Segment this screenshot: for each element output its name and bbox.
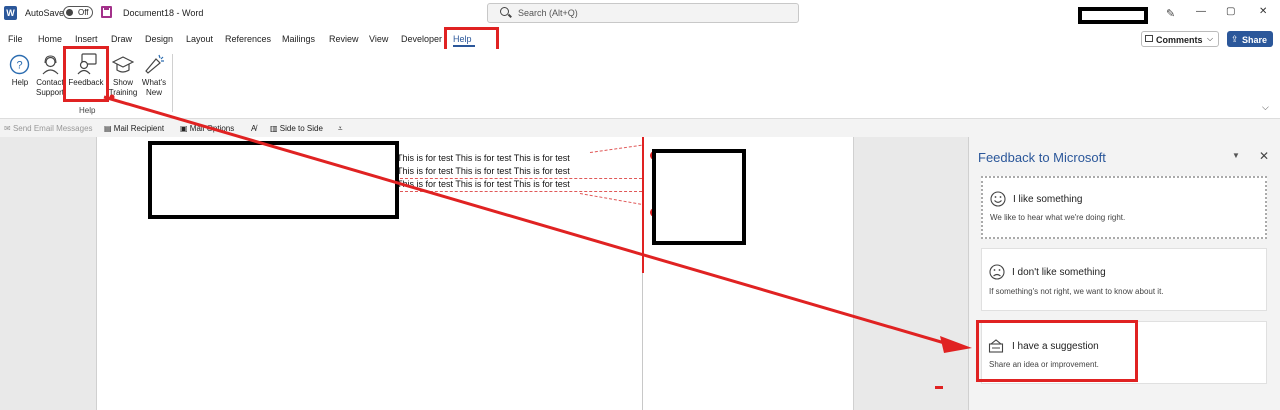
whats-new-line2: New	[145, 88, 162, 97]
contact-support-line1: Contact	[36, 78, 64, 87]
svg-text:?: ?	[16, 60, 22, 72]
megaphone-icon	[143, 53, 165, 75]
mail-icon: ✉	[4, 124, 11, 133]
card-like-subtitle: We like to hear what we're doing right.	[990, 213, 1126, 222]
side-to-side-label: Side to Side	[279, 124, 323, 133]
tab-mailings[interactable]: Mailings	[282, 34, 315, 44]
tab-insert[interactable]: Insert	[75, 34, 98, 44]
tab-developer[interactable]: Developer	[401, 34, 442, 44]
options-icon: ▣	[180, 124, 188, 133]
format-icon[interactable]: A̸	[251, 124, 256, 133]
share-label: Share	[1242, 35, 1268, 45]
suggestion-highlight	[976, 320, 1138, 382]
tab-file[interactable]: File	[8, 34, 23, 44]
document-title: Document18 - Word	[123, 8, 204, 18]
mail-options-button[interactable]: ▣ Mail Options	[180, 124, 234, 133]
search-icon	[500, 7, 509, 16]
margin-marker	[642, 137, 644, 273]
redacted-area-1	[148, 141, 399, 219]
comment-connector-2	[400, 191, 642, 192]
pane-close-icon[interactable]: ✕	[1259, 149, 1269, 163]
collapse-ribbon-icon[interactable]: ⌵	[1262, 102, 1269, 113]
document-line-3[interactable]: This is for test This is for test This i…	[397, 179, 570, 189]
help-button[interactable]: Help	[5, 78, 35, 88]
send-email-label: Send Email Messages	[12, 124, 93, 133]
frown-icon	[989, 264, 1005, 282]
tab-review[interactable]: Review	[329, 34, 359, 44]
show-training-line2: Training	[108, 88, 138, 97]
side-to-side-icon: ▥	[270, 124, 278, 133]
pane-title: Feedback to Microsoft	[978, 150, 1106, 165]
side-to-side-button[interactable]: ▥ Side to Side	[270, 124, 323, 133]
pen-icon[interactable]: ✎	[1166, 7, 1175, 20]
mail-recipient-button[interactable]: ▤ Mail Recipient	[104, 124, 164, 133]
contact-support-button[interactable]: Contact Support	[33, 78, 67, 98]
training-cap-icon	[111, 55, 135, 75]
restore-button[interactable]: ▢	[1226, 6, 1235, 17]
search-placeholder: Search (Alt+Q)	[518, 8, 578, 18]
redacted-account-inner	[1082, 11, 1144, 20]
tab-draw[interactable]: Draw	[111, 34, 132, 44]
show-training-line1: Show	[112, 78, 133, 87]
minimize-button[interactable]: —	[1196, 6, 1206, 17]
customize-qat-icon[interactable]: ⩡	[338, 124, 343, 134]
whats-new-button[interactable]: What's New	[139, 78, 169, 98]
ribbon-panel	[0, 49, 1280, 119]
headset-icon	[40, 54, 61, 75]
tab-design[interactable]: Design	[145, 34, 173, 44]
card-like-title: I like something	[1013, 194, 1083, 205]
tab-layout[interactable]: Layout	[186, 34, 213, 44]
pane-options-icon[interactable]: ▼	[1232, 151, 1240, 160]
toggle-knob	[66, 9, 73, 16]
group-separator	[172, 54, 173, 112]
help-circle-icon: ?	[9, 54, 30, 75]
smile-icon	[990, 191, 1006, 209]
feedback-highlight	[63, 46, 109, 102]
comment-connector-1	[400, 178, 642, 179]
word-logo-icon: W	[4, 6, 17, 20]
mail-options-label: Mail Options	[189, 124, 235, 133]
document-icon: ▤	[104, 124, 112, 133]
help-group-label: Help	[79, 106, 96, 115]
autosave-label: AutoSave	[25, 8, 65, 18]
tab-references[interactable]: References	[225, 34, 271, 44]
autosave-toggle[interactable]: Off	[63, 6, 93, 19]
show-training-button[interactable]: Show Training	[108, 78, 138, 98]
document-line-2[interactable]: This is for test This is for test This i…	[397, 166, 570, 176]
tab-view[interactable]: View	[369, 34, 388, 44]
contact-support-line2: Support	[35, 88, 65, 97]
mail-recipient-label: Mail Recipient	[113, 124, 165, 133]
comment-icon	[1145, 35, 1153, 42]
close-button[interactable]: ✕	[1259, 6, 1267, 17]
card-dislike-title: I don't like something	[1012, 267, 1106, 278]
share-icon: ⇪	[1231, 34, 1239, 44]
card-like[interactable]	[981, 176, 1267, 239]
whats-new-line1: What's	[141, 78, 167, 87]
send-email-button[interactable]: ✉ Send Email Messages	[4, 124, 93, 133]
chevron-down-icon: ⌵	[1207, 34, 1214, 43]
margin-divider	[642, 273, 643, 410]
comments-label: Comments	[1156, 35, 1203, 45]
redacted-area-2	[652, 149, 746, 245]
card-dislike[interactable]	[981, 248, 1267, 311]
document-line-1[interactable]: This is for test This is for test This i…	[397, 153, 570, 163]
toggle-state: Off	[78, 8, 89, 17]
card-dislike-subtitle: If something's not right, we want to kno…	[989, 287, 1164, 296]
tab-home[interactable]: Home	[38, 34, 62, 44]
save-icon[interactable]	[101, 6, 112, 18]
